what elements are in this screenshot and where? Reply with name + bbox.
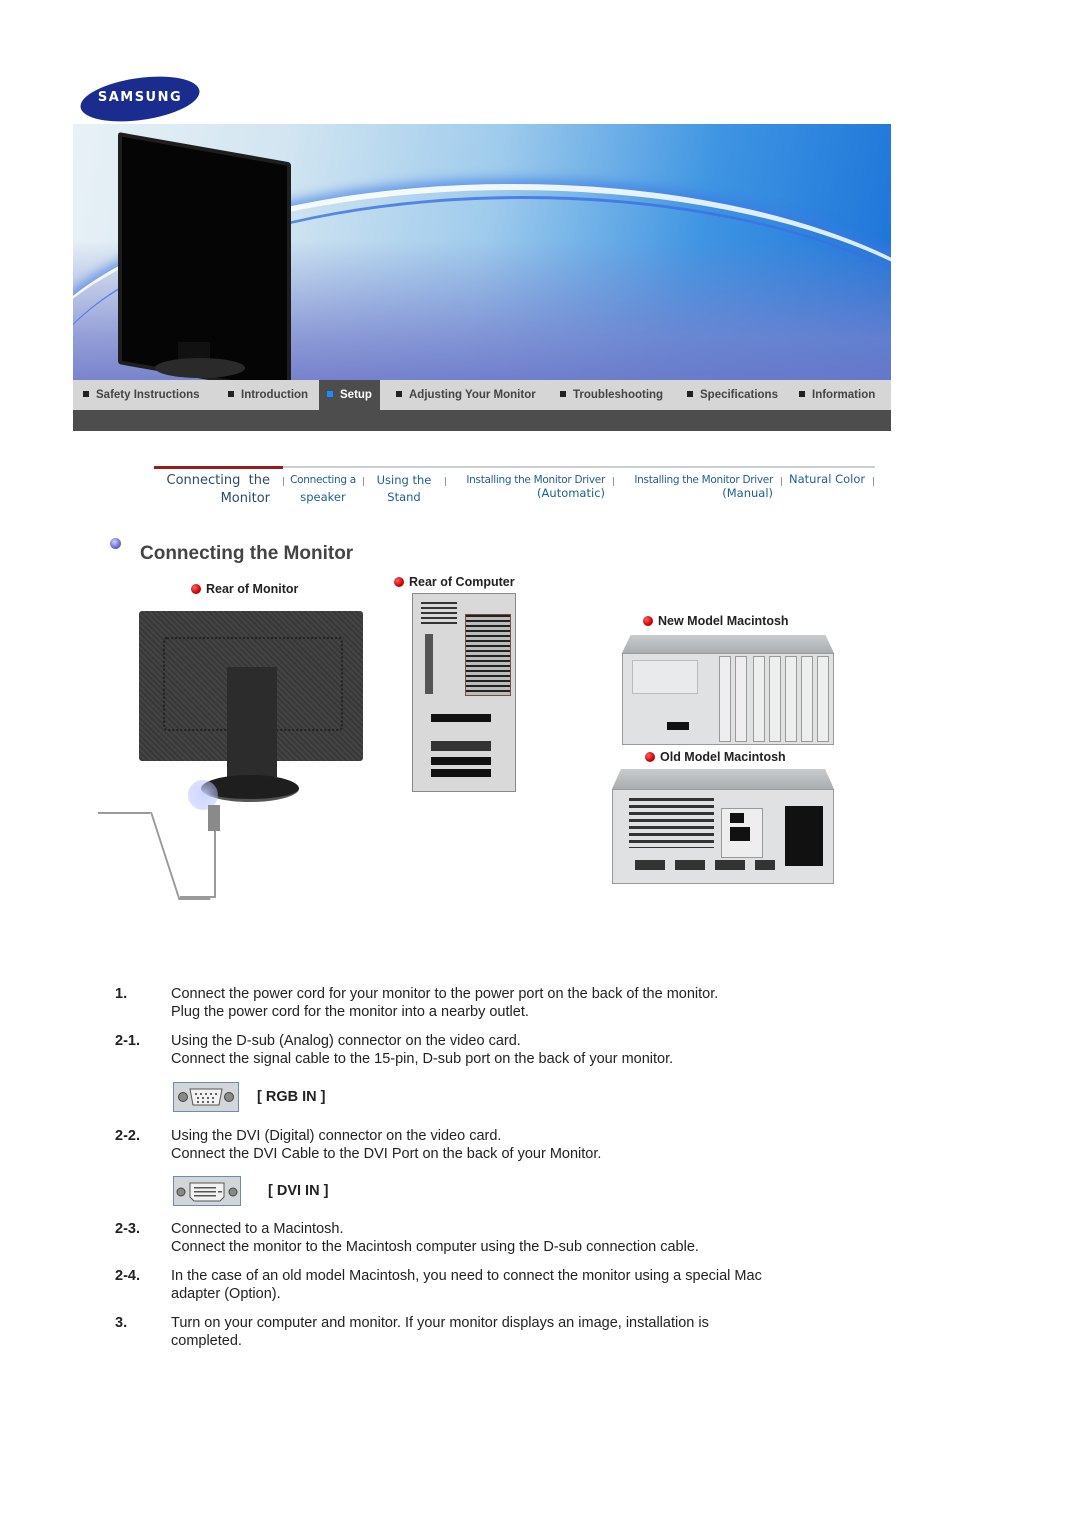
video-card-ports xyxy=(431,741,491,751)
red-bullet-icon xyxy=(645,752,655,762)
square-bullet-icon xyxy=(83,391,89,397)
subnav-using-the-stand[interactable]: Using the Stand xyxy=(373,474,435,504)
power-plug xyxy=(208,805,220,831)
vga-port-icon xyxy=(173,1082,239,1112)
label-rear-of-computer: Rear of Computer xyxy=(394,575,515,589)
square-bullet-icon xyxy=(228,391,234,397)
subnav-connecting-a-speaker[interactable]: Connecting a speaker xyxy=(288,474,358,504)
monitor-stand xyxy=(227,667,277,777)
new-macintosh-image xyxy=(622,635,834,745)
nav-information[interactable]: Information xyxy=(799,380,875,410)
subnav-active-indicator xyxy=(154,466,283,469)
dvi-port-icon xyxy=(173,1176,241,1206)
nav-setup[interactable]: Setup xyxy=(319,380,380,410)
old-macintosh-image xyxy=(612,769,834,884)
square-bullet-icon xyxy=(327,391,333,397)
subnav-separator xyxy=(363,477,364,486)
square-bullet-icon xyxy=(396,391,402,397)
nav-specifications[interactable]: Specifications xyxy=(687,380,778,410)
nav-troubleshooting[interactable]: Troubleshooting xyxy=(560,380,663,410)
nav-underbar xyxy=(73,410,891,431)
page-title: Connecting the Monitor xyxy=(140,543,354,564)
nav-adjusting-your-monitor[interactable]: Adjusting Your Monitor xyxy=(396,380,536,410)
subnav-natural-color[interactable]: Natural Color xyxy=(789,473,869,486)
label-old-model-macintosh: Old Model Macintosh xyxy=(645,750,786,764)
subnav-connecting-the-monitor[interactable]: Connecting the Monitor xyxy=(160,472,270,508)
main-nav: Safety Instructions Introduction Setup A… xyxy=(73,380,891,410)
square-bullet-icon xyxy=(560,391,566,397)
nav-safety-instructions[interactable]: Safety Instructions xyxy=(83,380,200,410)
label-new-model-macintosh: New Model Macintosh xyxy=(643,614,789,628)
subnav-separator xyxy=(781,477,782,486)
power-cable xyxy=(98,812,150,814)
subnav-installing-driver-automatic[interactable]: Installing the Monitor Driver (Automatic… xyxy=(455,474,605,500)
square-bullet-icon xyxy=(687,391,693,397)
subnav-separator xyxy=(873,477,874,486)
square-bullet-icon xyxy=(799,391,805,397)
red-bullet-icon xyxy=(394,577,404,587)
label-rear-of-monitor: Rear of Monitor xyxy=(191,582,298,596)
subnav-separator xyxy=(613,477,614,486)
red-bullet-icon xyxy=(643,616,653,626)
subnav-installing-driver-manual[interactable]: Installing the Monitor Driver (Manual) xyxy=(623,474,773,500)
samsung-logo: SAMSUNG xyxy=(77,69,203,129)
title-bullet-icon xyxy=(110,538,121,549)
logo-text: SAMSUNG xyxy=(97,90,183,105)
rear-of-computer-image xyxy=(412,593,516,792)
subnav-separator xyxy=(283,477,284,486)
dvi-in-label: [ DVI IN ] xyxy=(268,1183,329,1199)
rgb-in-label: [ RGB IN ] xyxy=(257,1089,326,1105)
hero-banner xyxy=(73,124,891,380)
nav-introduction[interactable]: Introduction xyxy=(228,380,308,410)
red-bullet-icon xyxy=(191,584,201,594)
subnav-separator xyxy=(445,477,446,486)
